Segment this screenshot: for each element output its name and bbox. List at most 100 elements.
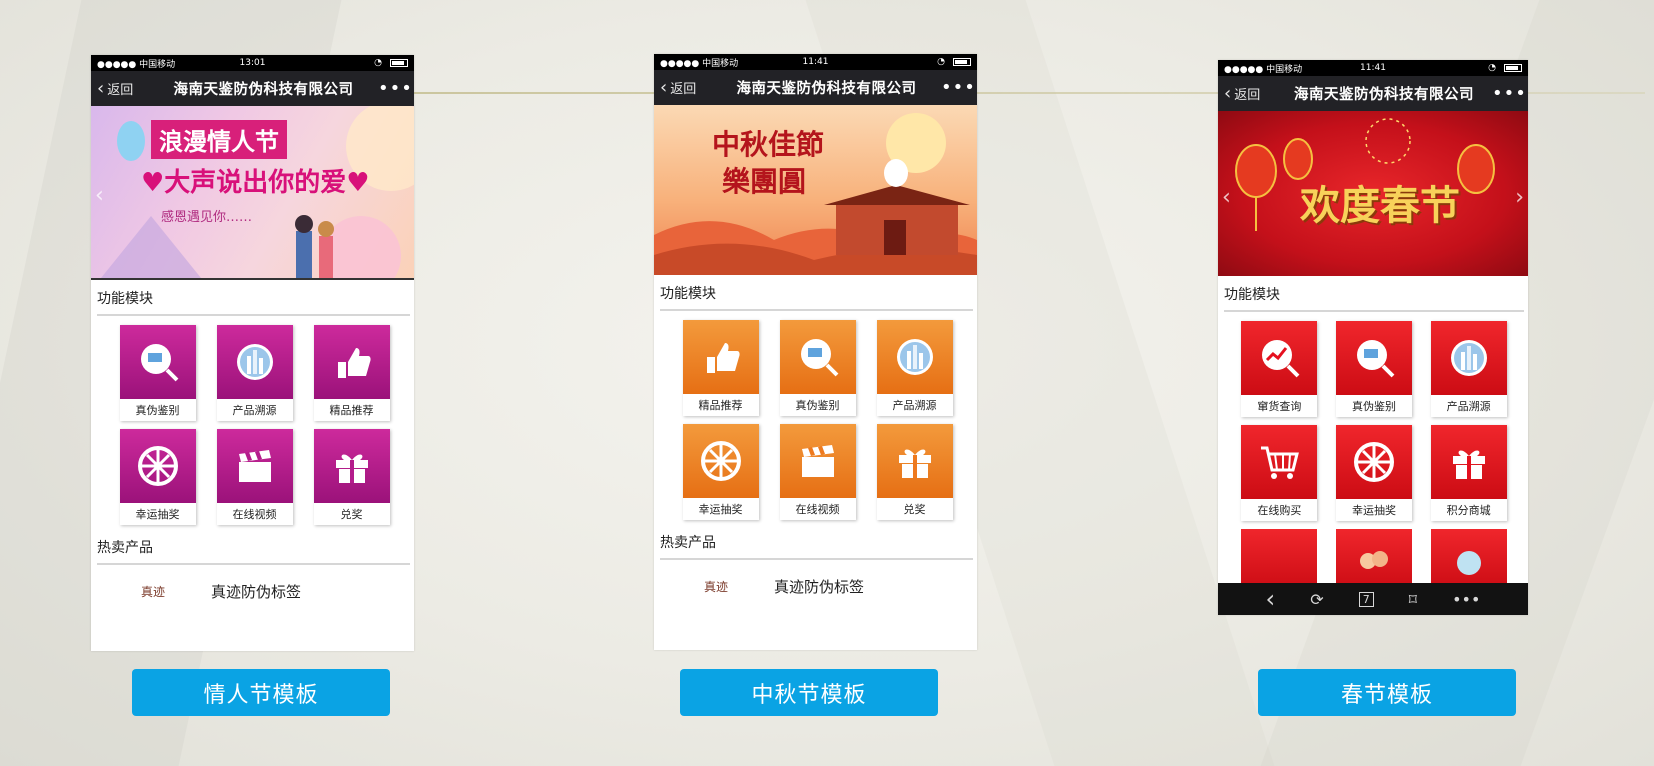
- tile-redeem[interactable]: 兑奖: [876, 424, 953, 520]
- status-bar: ●●●●● 中国移动 13:01 ◔: [91, 55, 414, 71]
- section-title-products: 热卖产品: [660, 535, 716, 551]
- carousel-prev-icon[interactable]: ‹: [1222, 185, 1231, 210]
- tile-label: 积分商城: [1446, 504, 1491, 517]
- lock-icon: ◔: [1488, 63, 1496, 73]
- tile-label: 兑奖: [903, 503, 926, 516]
- tile-recommended[interactable]: 精品推荐: [682, 320, 759, 416]
- tile-authenticity-check[interactable]: 真伪鉴别: [119, 325, 196, 421]
- browser-toolbar: ‹ ⟳ 7 ⌑ •••: [1218, 583, 1528, 615]
- banner-line-1: 中秋佳節: [712, 128, 825, 161]
- back-label: 返回: [670, 82, 697, 97]
- tile-label: 真伪鉴别: [1351, 400, 1396, 413]
- chevron-left-icon: ‹: [660, 77, 668, 98]
- caption-valentine-template[interactable]: 情人节模板: [132, 669, 390, 716]
- tile-product-trace[interactable]: 产品溯源: [1430, 321, 1507, 417]
- function-grid: 精品推荐 真伪鉴别 产品溯源 幸运抽奖 在线视频 兑奖: [654, 311, 977, 520]
- more-menu-button[interactable]: •••: [1492, 83, 1526, 104]
- browser-more-button[interactable]: •••: [1452, 590, 1480, 609]
- banner-midautumn[interactable]: 中秋佳節 樂團圓: [654, 105, 977, 275]
- tile-label: 窜货查询: [1257, 400, 1302, 413]
- banner-spring[interactable]: 欢度春节 ‹ ›: [1218, 111, 1528, 276]
- back-label: 返回: [107, 83, 134, 98]
- carousel-prev-icon[interactable]: ‹: [95, 183, 104, 208]
- magnifier-icon: [119, 325, 196, 399]
- tile-diversion-query[interactable]: 窜货查询: [1241, 321, 1318, 417]
- product-logo: 真迹: [141, 584, 166, 599]
- back-button[interactable]: ‹ 返回: [1224, 83, 1276, 104]
- tile-label: 在线视频: [232, 508, 277, 521]
- nav-bar: ‹ 返回 海南天鉴防伪科技有限公司 •••: [91, 71, 414, 106]
- tile-online-purchase[interactable]: 在线购买: [1241, 425, 1318, 521]
- city-icon: [1430, 321, 1507, 395]
- section-title-functions: 功能模块: [97, 291, 153, 307]
- tile-partial[interactable]: [1430, 529, 1507, 589]
- nav-bar: ‹ 返回 海南天鉴防伪科技有限公司 •••: [1218, 76, 1528, 111]
- magnifier-icon: [1335, 321, 1412, 395]
- bookmark-button[interactable]: ⌑: [1409, 590, 1417, 609]
- tile-recommended[interactable]: 精品推荐: [313, 325, 390, 421]
- caption-midautumn-template[interactable]: 中秋节模板: [680, 669, 938, 716]
- product-logo: 真迹: [704, 579, 729, 594]
- tile-authenticity-check[interactable]: 真伪鉴别: [779, 320, 856, 416]
- battery-icon: [390, 59, 408, 67]
- clapperboard-icon: [216, 429, 293, 503]
- tile-points-mall[interactable]: 积分商城: [1430, 425, 1507, 521]
- back-label: 返回: [1234, 88, 1261, 103]
- lottery-wheel-icon: [119, 429, 196, 503]
- tile-online-video[interactable]: 在线视频: [216, 429, 293, 525]
- more-menu-button[interactable]: •••: [378, 78, 412, 99]
- tile-label: 产品溯源: [892, 399, 937, 412]
- tile-label: 产品溯源: [232, 404, 277, 417]
- lock-icon: ◔: [374, 58, 382, 68]
- back-button[interactable]: ‹ 返回: [97, 78, 149, 99]
- section-title-functions: 功能模块: [1224, 287, 1280, 303]
- clock: 11:41: [1360, 63, 1386, 73]
- gift-icon: [876, 424, 953, 498]
- carousel-next-icon[interactable]: ›: [1515, 185, 1524, 210]
- thumbs-up-icon: [682, 320, 759, 394]
- product-name: 真迹防伪标签: [211, 582, 302, 601]
- page-title: 海南天鉴防伪科技有限公司: [173, 82, 354, 98]
- tile-partial[interactable]: [1335, 529, 1412, 589]
- status-bar: ●●●●● 中国移动 11:41 ◔: [654, 54, 977, 70]
- tile-label: 精品推荐: [698, 399, 743, 412]
- back-button[interactable]: ‹ 返回: [660, 77, 712, 98]
- tile-redeem[interactable]: 兑奖: [313, 429, 390, 525]
- lock-icon: ◔: [937, 57, 945, 67]
- tile-lucky-draw[interactable]: 幸运抽奖: [682, 424, 759, 520]
- status-bar: ●●●●● 中国移动 11:41 ◔: [1218, 60, 1528, 76]
- product-item[interactable]: 真迹 真迹防伪标签: [91, 565, 414, 617]
- status-icons: ◔: [374, 58, 408, 68]
- tile-label: 幸运抽奖: [698, 503, 743, 516]
- banner-valentine[interactable]: 浪漫情人节 ♥大声说出你的爱♥ 感恩遇见你…… ‹: [91, 106, 414, 278]
- section-title-functions: 功能模块: [660, 286, 716, 302]
- tile-label: 在线视频: [795, 503, 840, 516]
- product-item[interactable]: 真迹 真迹防伪标签: [654, 560, 977, 612]
- tabs-button[interactable]: 7: [1358, 591, 1374, 607]
- refresh-button[interactable]: ⟳: [1310, 590, 1323, 609]
- function-grid: 窜货查询 真伪鉴别 产品溯源 在线购买 幸运抽奖 积分商城: [1218, 312, 1528, 589]
- browser-back-button[interactable]: ‹: [1266, 585, 1276, 613]
- city-icon: [876, 320, 953, 394]
- tile-lucky-draw[interactable]: 幸运抽奖: [1335, 425, 1412, 521]
- astronaut-icon: [1430, 529, 1507, 589]
- tile-label: 幸运抽奖: [135, 508, 180, 521]
- thumbs-up-icon: [313, 325, 390, 399]
- status-icons: ◔: [1488, 63, 1522, 73]
- tile-authenticity-check[interactable]: 真伪鉴别: [1335, 321, 1412, 417]
- tile-lucky-draw[interactable]: 幸运抽奖: [119, 429, 196, 525]
- tile-product-trace[interactable]: 产品溯源: [876, 320, 953, 416]
- tile-product-trace[interactable]: 产品溯源: [216, 325, 293, 421]
- clock: 13:01: [239, 58, 266, 68]
- tile-online-video[interactable]: 在线视频: [779, 424, 856, 520]
- gift-icon: [313, 429, 390, 503]
- more-menu-button[interactable]: •••: [941, 77, 975, 98]
- phone-valentine: ●●●●● 中国移动 13:01 ◔ ‹ 返回 海南天鉴防伪科技有限公司 ••• …: [91, 55, 414, 651]
- magnifier-icon: [779, 320, 856, 394]
- page-title: 海南天鉴防伪科技有限公司: [736, 81, 917, 97]
- chevron-left-icon: ‹: [1224, 83, 1232, 104]
- tile-partial[interactable]: [1241, 529, 1318, 589]
- caption-spring-template[interactable]: 春节模板: [1258, 669, 1516, 716]
- gift-icon: [1430, 425, 1507, 499]
- shopping-cart-icon: [1241, 425, 1318, 499]
